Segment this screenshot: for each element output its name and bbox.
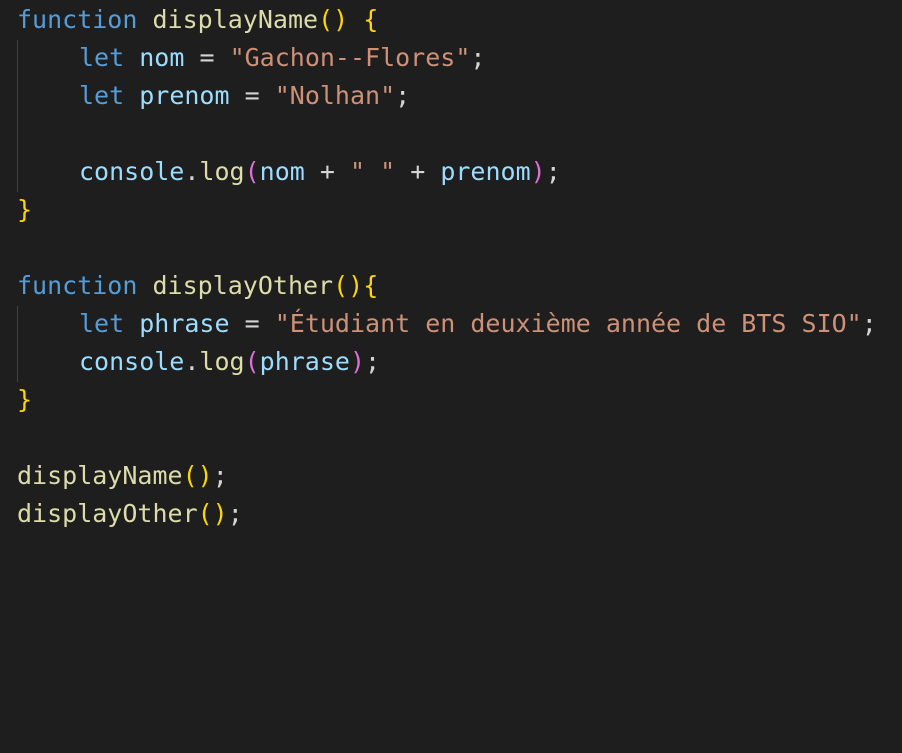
operator: = <box>199 43 215 72</box>
semicolon: ; <box>395 81 411 110</box>
let-keyword: let <box>79 81 125 110</box>
code-editor[interactable]: function displayName() { let nom = "Gach… <box>0 0 902 753</box>
paren-close: ) <box>530 157 546 186</box>
code-line: function displayName() { <box>17 1 378 39</box>
semicolon: ; <box>470 43 486 72</box>
argument: phrase <box>259 347 350 376</box>
code-line: } <box>17 381 32 419</box>
function-call: displayName <box>17 461 183 490</box>
code-line: displayOther(); <box>17 495 243 533</box>
function-name: displayOther <box>152 271 334 300</box>
function-keyword: function <box>17 5 138 34</box>
argument: nom <box>259 157 305 186</box>
semicolon: ; <box>212 461 228 490</box>
plus-operator: + <box>410 157 426 186</box>
code-line: function displayOther(){ <box>17 267 378 305</box>
code-line: let phrase = "Étudiant en deuxième année… <box>17 305 877 343</box>
code-line: let prenom = "Nolhan"; <box>17 77 410 115</box>
dot: . <box>184 157 200 186</box>
log-method: log <box>199 347 245 376</box>
parens: () <box>318 5 349 34</box>
brace-open: { <box>363 5 379 34</box>
parens: () <box>197 499 228 528</box>
let-keyword: let <box>79 309 125 338</box>
semicolon: ; <box>861 309 877 338</box>
function-call: displayOther <box>17 499 198 528</box>
parens: () <box>182 461 213 490</box>
semicolon: ; <box>365 347 381 376</box>
semicolon: ; <box>545 157 561 186</box>
code-line: } <box>17 191 32 229</box>
variable-name: prenom <box>139 81 230 110</box>
variable-name: phrase <box>139 309 230 338</box>
log-method: log <box>199 157 245 186</box>
function-keyword: function <box>17 271 138 300</box>
code-line: displayName(); <box>17 457 228 495</box>
paren-open: ( <box>244 157 260 186</box>
string-literal: "Gachon--Flores" <box>229 43 471 72</box>
brace-close: } <box>17 385 33 414</box>
operator: = <box>244 81 260 110</box>
semicolon: ; <box>227 499 243 528</box>
code-line: console.log(phrase); <box>17 343 380 381</box>
dot: . <box>184 347 200 376</box>
plus-operator: + <box>319 157 335 186</box>
string-literal: "Étudiant en deuxième année de BTS SIO" <box>274 309 862 338</box>
console-object: console <box>79 347 185 376</box>
code-line: let nom = "Gachon--Flores"; <box>17 39 485 77</box>
argument: prenom <box>440 157 531 186</box>
code-line: console.log(nom + " " + prenom); <box>17 153 561 191</box>
string-literal: "Nolhan" <box>274 81 396 110</box>
operator: = <box>244 309 260 338</box>
function-name: displayName <box>152 5 319 34</box>
brace-open: { <box>363 271 379 300</box>
brace-close: } <box>17 195 33 224</box>
string-literal: " " <box>349 157 396 186</box>
let-keyword: let <box>79 43 125 72</box>
variable-name: nom <box>139 43 185 72</box>
console-object: console <box>79 157 185 186</box>
parens: () <box>333 271 364 300</box>
paren-open: ( <box>244 347 260 376</box>
paren-close: ) <box>349 347 366 376</box>
